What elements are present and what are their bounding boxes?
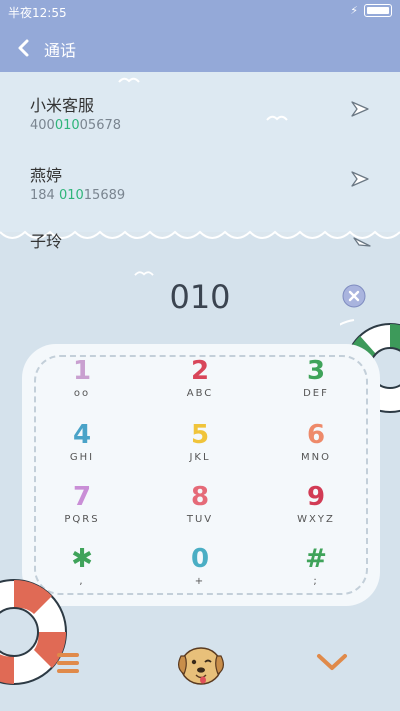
key-1[interactable]: 1 oo (32, 356, 132, 414)
key-letters: WXYZ (297, 514, 335, 525)
arrow-icon[interactable] (350, 100, 370, 118)
app-header: 通话 (0, 24, 400, 72)
clear-icon[interactable] (342, 284, 366, 308)
status-icons: ⚡ (350, 4, 392, 17)
key-digit: 3 (306, 356, 326, 386)
arrow-icon[interactable] (350, 170, 370, 188)
key-digit: 4 (72, 420, 92, 450)
key-digit: 2 (190, 356, 210, 386)
bird-decoration (134, 271, 154, 276)
dog-face-icon[interactable] (176, 642, 226, 688)
page-title: 通话 (44, 41, 77, 60)
status-bar: 半夜12:55 ⚡ (0, 0, 400, 24)
key-4[interactable]: 4 GHI (32, 420, 132, 478)
key-7[interactable]: 7 PQRS (32, 482, 132, 540)
contact-name: 子玲 (30, 232, 63, 251)
contact-list: 小米客服 40001005678 燕婷 184 01015689 (0, 72, 400, 232)
battery-icon (364, 4, 392, 17)
key-letters: DEF (303, 388, 329, 399)
key-digit: 6 (306, 420, 326, 450)
key-digit: 7 (72, 482, 92, 512)
lightning-icon: ⚡ (350, 4, 358, 17)
key-3[interactable]: 3 DEF (266, 356, 366, 414)
key-digit: 9 (306, 482, 326, 512)
contact-item[interactable]: 子玲 (0, 224, 400, 254)
key-letters: PQRS (64, 514, 100, 525)
key-8[interactable]: 8 TUV (150, 482, 250, 540)
number-match: 010 (58, 188, 84, 203)
key-2[interactable]: 2 ABC (150, 356, 250, 414)
key-letters: + (194, 576, 206, 587)
key-digit: 5 (190, 420, 210, 450)
key-digit: 1 (72, 356, 92, 386)
contact-number: 184 01015689 (30, 188, 126, 203)
key-letters: JKL (189, 452, 211, 463)
contact-item[interactable]: 小米客服 40001005678 (0, 78, 400, 142)
key-letters: ; (313, 576, 319, 587)
contact-number: 40001005678 (30, 118, 122, 133)
key-digit: ✱ (71, 544, 93, 574)
key-0[interactable]: 0 + (150, 544, 250, 602)
menu-icon[interactable] (56, 650, 80, 676)
contact-name: 燕婷 (30, 166, 63, 185)
key-digit: # (305, 544, 327, 574)
arrow-icon[interactable] (352, 236, 372, 248)
key-letters: TUV (186, 514, 214, 525)
life-ring-decoration (0, 579, 67, 685)
key-hash[interactable]: # ; (266, 544, 366, 602)
dial-input[interactable]: 010 (0, 278, 400, 316)
key-5[interactable]: 5 JKL (150, 420, 250, 478)
key-letters: ABC (186, 388, 214, 399)
status-time: 半夜12:55 (8, 6, 67, 20)
chevron-left-icon[interactable] (14, 36, 34, 60)
key-letters: MNO (301, 452, 331, 463)
key-digit: 8 (190, 482, 210, 512)
contact-name: 小米客服 (30, 96, 95, 115)
key-9[interactable]: 9 WXYZ (266, 482, 366, 540)
key-letters: GHI (69, 452, 95, 463)
key-letters: oo (73, 388, 91, 399)
chevron-down-icon[interactable] (316, 652, 348, 672)
key-digit: 0 (190, 544, 210, 574)
number-match: 010 (54, 118, 80, 133)
contact-item[interactable]: 燕婷 184 01015689 (0, 148, 400, 212)
key-6[interactable]: 6 MNO (266, 420, 366, 478)
